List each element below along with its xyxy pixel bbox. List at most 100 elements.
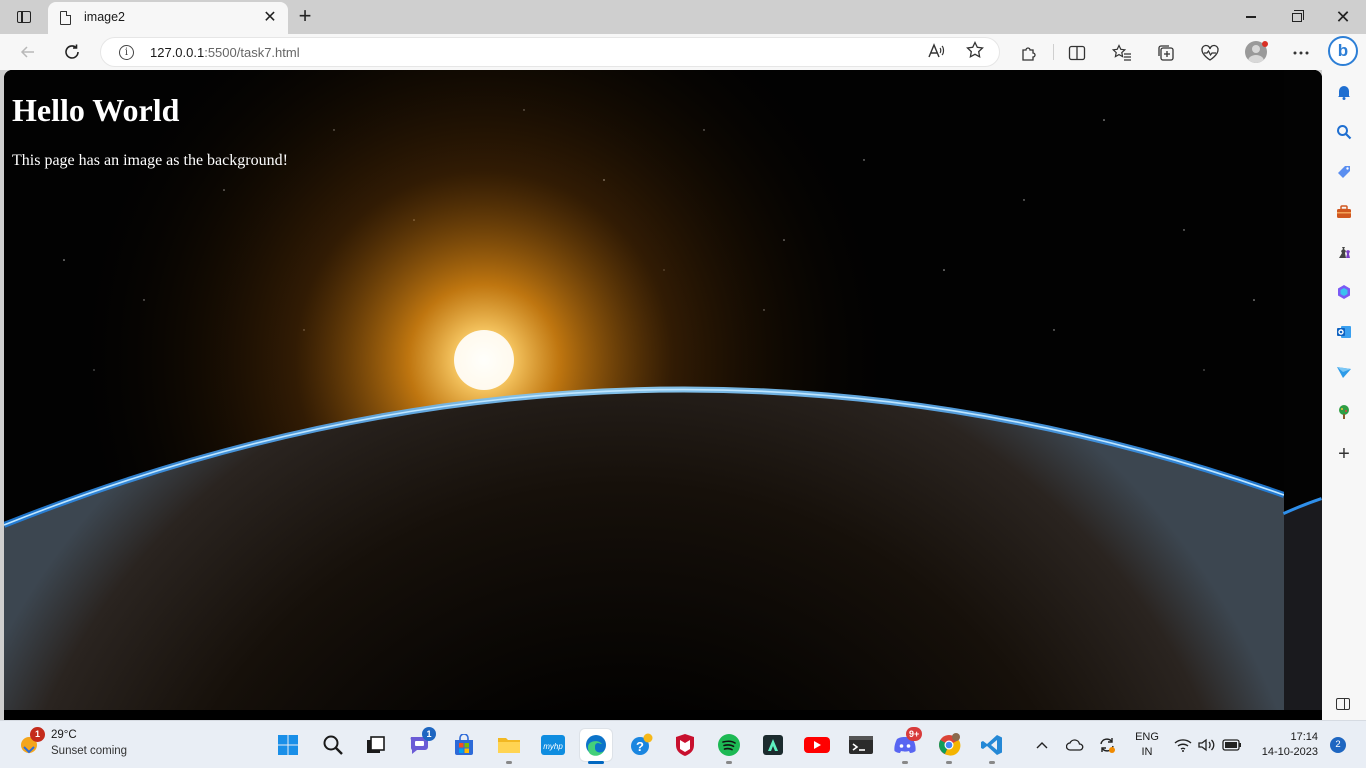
store-bag-icon [455,734,473,755]
show-hidden-icons-chevron-icon[interactable] [1036,735,1048,755]
wifi-icon[interactable] [1174,735,1192,755]
profile-notification-dot [1262,41,1268,47]
notifications-badge[interactable]: 2 [1330,737,1346,753]
tab-strip: image2 ✕ + ✕ [0,0,1366,34]
more-options-icon[interactable] [1289,41,1313,65]
tab-close-button[interactable]: ✕ [260,8,280,28]
search-icon[interactable] [1334,122,1354,142]
clock-date: 14-10-2023 [1261,746,1318,758]
chat-badge: 1 [422,727,436,741]
youtube-app[interactable] [801,729,833,761]
bell-icon[interactable] [1334,82,1354,102]
collections-glyph [1158,45,1174,61]
mcafee-shield-icon [676,734,694,756]
get-help-app[interactable]: ? [625,729,657,761]
speaker-glyph [1198,738,1215,752]
vs-code-app[interactable] [976,729,1008,761]
taskbar-search-button[interactable] [317,729,349,761]
bell-glyph [1338,86,1350,100]
dots-glyph [1293,51,1309,55]
wifi-glyph [1174,739,1192,752]
vs-code-running-indicator [989,761,995,764]
chrome-app[interactable] [933,729,965,761]
volume-icon[interactable] [1198,735,1216,755]
system-clock[interactable]: 17:14 14-10-2023 [1254,730,1318,760]
add-sidebar-app-button[interactable]: + [1334,443,1354,465]
windows-taskbar: 1 29°C Sunset coming 1 myhp ? 9+ ENG IN … [0,720,1366,768]
weather-temperature[interactable]: 29°C [51,729,77,741]
send-glyph [1337,367,1351,378]
task-view-icon [367,736,385,753]
minimize-button[interactable] [1228,0,1274,34]
page-viewport: Hello World This page has an image as th… [4,70,1322,720]
region-code: IN [1141,746,1153,758]
browser-toolbar: i 127.0.0.1:5500/task7.html [0,34,1366,70]
tree-icon[interactable] [1334,402,1354,422]
vscode-icon [981,735,1002,755]
weather-alert-badge: 1 [30,727,45,742]
weather-description[interactable]: Sunset coming [51,745,127,757]
terminal-app[interactable] [845,729,877,761]
split-screen-icon[interactable] [1065,41,1089,65]
task-view-button[interactable] [360,729,392,761]
spotify-app[interactable] [713,729,745,761]
myhp-app[interactable]: myhp [537,729,569,761]
terminal-icon [849,736,873,754]
shopping-tag-icon[interactable] [1334,162,1354,182]
favorites-icon[interactable] [1110,41,1134,65]
windows-logo-icon [278,735,298,755]
file-explorer-running-indicator [506,761,512,764]
favorite-star-icon[interactable] [966,40,984,64]
start-button[interactable] [272,729,304,761]
onedrive-cloud-icon[interactable] [1066,735,1084,755]
restore-button[interactable] [1274,0,1320,34]
split-glyph [1068,45,1086,61]
tree-glyph [1339,405,1349,419]
toolbox-icon[interactable] [1334,202,1354,222]
search-glyph [1337,125,1352,140]
extensions-icon[interactable] [1017,41,1041,65]
outlook-icon[interactable] [1334,322,1354,342]
reload-button[interactable] [58,38,86,66]
page-heading: Hello World [12,92,180,128]
site-info-icon[interactable]: i [119,45,134,60]
address-bar[interactable]: i 127.0.0.1:5500/task7.html [100,37,1000,67]
send-icon[interactable] [1334,362,1354,382]
read-aloud-glyph [928,43,945,58]
read-aloud-icon[interactable] [927,43,945,62]
new-tab-button[interactable]: + [292,4,318,30]
page-paragraph: This page has an image as the background… [12,152,288,169]
sync-update-icon[interactable] [1098,735,1116,755]
tab-actions-icon [17,11,31,23]
tab-actions-button[interactable] [10,6,38,28]
svg-text:?: ? [636,739,644,754]
microsoft-edge-app[interactable] [580,729,612,761]
sync-glyph [1100,738,1115,753]
collections-icon[interactable] [1154,41,1178,65]
close-window-button[interactable]: ✕ [1320,0,1366,34]
svg-text:myhp: myhp [543,742,563,751]
file-explorer-app[interactable] [493,729,525,761]
mcafee-app[interactable] [669,729,701,761]
battery-icon[interactable] [1222,735,1242,755]
bing-copilot-icon[interactable]: b [1328,36,1358,66]
restore-icon [1292,9,1304,22]
filmora-icon [763,735,783,755]
url-text[interactable]: 127.0.0.1:5500/task7.html [150,45,300,60]
active-tab[interactable]: image2 ✕ [48,2,288,34]
browser-essentials-icon[interactable] [1198,41,1222,65]
microsoft-store-app[interactable] [448,729,480,761]
youtube-icon [804,737,830,753]
back-button[interactable] [14,38,42,66]
edge-sidebar: + [1322,70,1366,720]
language-code: ENG [1135,731,1159,743]
clock-time: 17:14 [1290,731,1318,743]
toolbar-divider [1053,44,1054,60]
hide-sidebar-icon[interactable] [1336,698,1350,710]
spotify-running-indicator [726,761,732,764]
folder-icon [498,738,520,753]
filmora-app[interactable] [757,729,789,761]
games-icon[interactable] [1334,242,1354,262]
office-icon[interactable] [1334,282,1354,302]
input-language-indicator[interactable]: ENG IN [1134,730,1160,760]
